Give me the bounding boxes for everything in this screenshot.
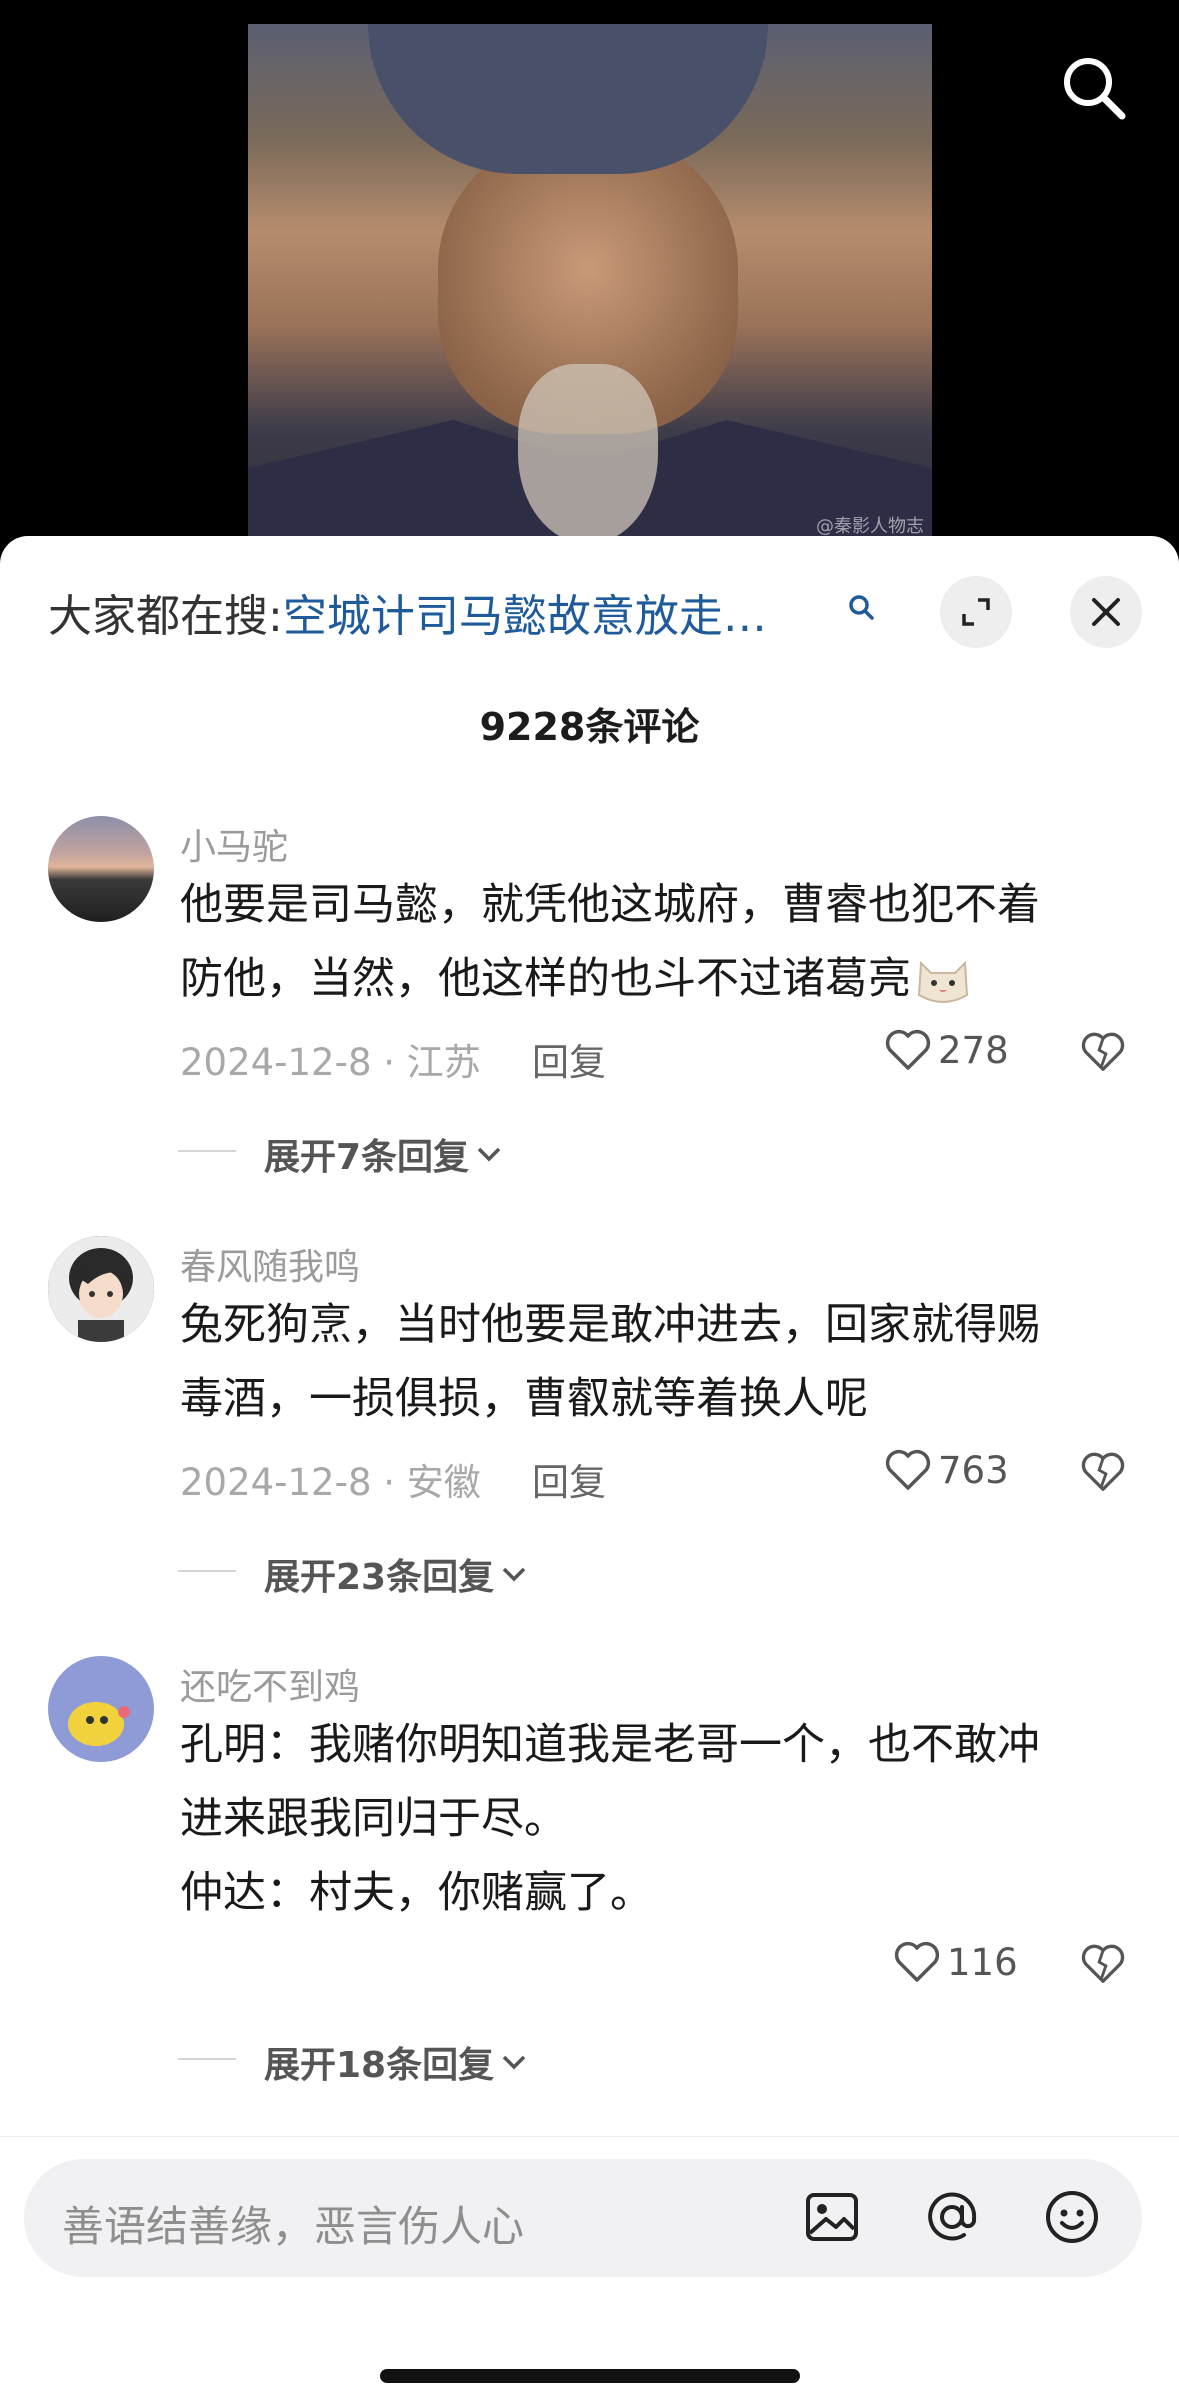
comment-username[interactable]: 春风随我鸣 [180,1238,360,1290]
video-frame: @秦影人物志 [248,24,932,544]
like-count: 116 [947,1940,1018,1984]
expand-replies-button[interactable]: 展开23条回复 [178,1548,528,1600]
divider [178,1570,236,1572]
comment-text: 孔明：我赌你明知道我是老哥一个，也不敢冲 进来跟我同归于尽。 仲达：村夫，你赌赢… [180,1708,1110,1930]
expand-replies-label: 展开7条回复 [264,1137,470,1178]
at-icon [928,2192,977,2241]
reply-button[interactable]: 回复 [532,1452,606,1506]
heart-icon [894,1941,940,1982]
divider [178,2058,236,2060]
emoji-icon [1046,2191,1098,2243]
comment-text-line: 他要是司马懿，就凭他这城府，曹睿也犯不着 [180,880,1040,930]
reply-button[interactable]: 回复 [532,1032,606,1086]
comment-text-line: 孔明：我赌你明知道我是老哥一个，也不敢冲 [180,1720,1040,1770]
cat-emoji-icon [917,960,969,1003]
dislike-button[interactable] [1080,1450,1126,1496]
expand-replies-label: 展开18条回复 [264,2045,495,2086]
search-icon[interactable] [1058,52,1130,124]
expand-replies-label: 展开23条回复 [264,1557,495,1598]
comment-count: 9228条评论 [479,705,700,749]
expand-replies-button[interactable]: 展开18条回复 [178,2036,528,2088]
broken-heart-icon [1081,1452,1125,1491]
like-button[interactable]: 116 [893,1940,1018,1984]
avatar[interactable] [48,1236,154,1342]
trending-search-icon[interactable] [846,592,876,622]
broken-heart-icon [1081,1944,1125,1983]
comment-text-line: 进来跟我同归于尽。 [180,1794,567,1844]
comment-text-line: 仲达：村夫，你赌赢了。 [180,1868,653,1918]
dislike-button[interactable] [1080,1942,1126,1988]
broken-heart-icon [1081,1032,1125,1071]
comment-input-placeholder: 善语结善缘，恶言伤人心 [62,2202,525,2251]
comment-text-line: 兔死狗烹，当时他要是敢冲进去，回家就得赐 [180,1300,1040,1350]
expand-replies-button[interactable]: 展开7条回复 [178,1128,503,1180]
trending-prefix: 大家都在搜: [48,591,283,642]
comment-text-line: 防他，当然，他这样的也斗不过诸葛亮 [180,954,911,1004]
dislike-button[interactable] [1080,1030,1126,1076]
comment-input[interactable]: 善语结善缘，恶言伤人心 [24,2159,1142,2277]
trending-search[interactable]: 大家都在搜:空城计司马懿故意放走… [48,580,767,644]
comment-sheet: 大家都在搜:空城计司马懿故意放走… 9228条评论 小马驼 他要是司马懿，就凭他… [0,536,1179,2403]
comment-username[interactable]: 小马驼 [180,818,288,870]
chevron-down-icon [477,1147,501,1162]
avatar[interactable] [48,1656,154,1762]
expand-fullscreen-button[interactable] [940,576,1012,648]
chevron-down-icon [502,2055,526,2070]
expand-icon [962,598,990,626]
heart-icon [885,1029,931,1070]
home-indicator [380,2369,800,2383]
video-figure-beard [518,364,658,544]
video-watermark: @秦影人物志 [816,516,924,537]
video-player[interactable]: @秦影人物志 [0,0,1179,560]
comment-meta: 2024-12-8 · 江苏 [180,1041,481,1084]
image-icon [806,2193,858,2241]
like-count: 763 [938,1448,1009,1492]
comment-username[interactable]: 还吃不到鸡 [180,1658,360,1710]
heart-icon [885,1449,931,1490]
chevron-down-icon [502,1567,526,1582]
like-button[interactable]: 278 [884,1028,1009,1072]
comment-meta: 2024-12-8 · 安徽 [180,1461,481,1504]
image-button[interactable] [798,2183,866,2251]
comment-text-line: 毒酒，一损俱损，曹叡就等着换人呢 [180,1374,868,1424]
divider [178,1150,236,1152]
comment-text: 他要是司马懿，就凭他这城府，曹睿也犯不着 防他，当然，他这样的也斗不过诸葛亮 [180,868,1110,1016]
like-button[interactable]: 763 [884,1448,1009,1492]
close-icon [1092,598,1120,626]
mention-button[interactable] [918,2183,986,2251]
emoji-button[interactable] [1038,2183,1106,2251]
like-count: 278 [938,1028,1009,1072]
avatar[interactable] [48,816,154,922]
comment-composer: 善语结善缘，恶言伤人心 [0,2136,1179,2404]
trending-query-link[interactable]: 空城计司马懿故意放走… [283,591,767,642]
comment-text: 兔死狗烹，当时他要是敢冲进去，回家就得赐 毒酒，一损俱损，曹叡就等着换人呢 [180,1288,1110,1436]
close-button[interactable] [1070,576,1142,648]
video-figure-hat [368,24,768,174]
